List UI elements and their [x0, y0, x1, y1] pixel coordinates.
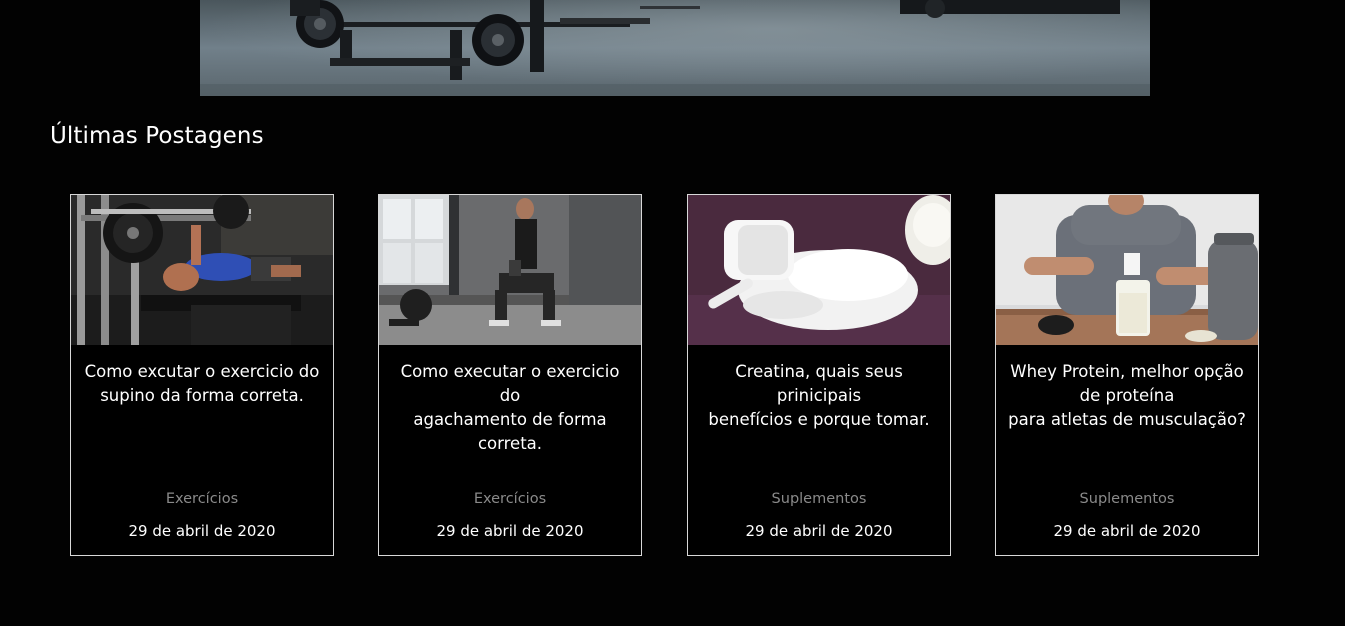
post-title-link[interactable]: Como executar o exercicio do agachamento… — [389, 360, 631, 456]
post-category[interactable]: Exercícios — [379, 491, 641, 507]
post-category[interactable]: Suplementos — [996, 491, 1258, 507]
post-title-link[interactable]: Creatina, quais seus prinicipais benefíc… — [698, 360, 940, 432]
post-title-line[interactable]: de proteína — [1006, 384, 1248, 408]
section-title: Últimas Postagens — [50, 123, 264, 149]
posts-grid: Como excutar o exercicio do supino da fo… — [70, 194, 1260, 556]
post-title-line[interactable]: Como executar o exercicio do — [389, 360, 631, 408]
post-title-line[interactable]: Como excutar o exercicio do — [81, 360, 323, 384]
post-category[interactable]: Suplementos — [688, 491, 950, 507]
post-title-line[interactable]: agachamento de forma — [389, 408, 631, 432]
page: Últimas Postagens Como excutar o exercic… — [0, 0, 1345, 626]
post-thumbnail-squat[interactable] — [379, 195, 641, 345]
post-title-link[interactable]: Como excutar o exercicio do supino da fo… — [81, 360, 323, 408]
post-title-link[interactable]: Whey Protein, melhor opção de proteína p… — [1006, 360, 1248, 432]
post-thumbnail-bench-press[interactable] — [71, 195, 333, 345]
post-date: 29 de abril de 2020 — [745, 522, 893, 540]
post-title-line[interactable]: correta. — [389, 432, 631, 456]
hero-banner-image — [200, 0, 1150, 96]
post-card[interactable]: Whey Protein, melhor opção de proteína p… — [995, 194, 1259, 556]
post-title-line[interactable]: para atletas de musculação? — [1006, 408, 1248, 432]
post-date: 29 de abril de 2020 — [1053, 522, 1201, 540]
post-category[interactable]: Exercícios — [71, 491, 333, 507]
post-title-line[interactable]: supino da forma correta. — [81, 384, 323, 408]
post-title-line[interactable]: prinicipais — [698, 384, 940, 408]
post-card[interactable]: Creatina, quais seus prinicipais benefíc… — [687, 194, 951, 556]
post-title-line[interactable]: Creatina, quais seus — [698, 360, 940, 384]
post-date: 29 de abril de 2020 — [436, 522, 584, 540]
post-card[interactable]: Como excutar o exercicio do supino da fo… — [70, 194, 334, 556]
post-title-line[interactable]: benefícios e porque tomar. — [698, 408, 940, 432]
post-thumbnail-whey-protein[interactable] — [996, 195, 1258, 345]
post-thumbnail-creatine[interactable] — [688, 195, 950, 345]
post-date: 29 de abril de 2020 — [128, 522, 276, 540]
post-card[interactable]: Como executar o exercicio do agachamento… — [378, 194, 642, 556]
post-title-line[interactable]: Whey Protein, melhor opção — [1006, 360, 1248, 384]
